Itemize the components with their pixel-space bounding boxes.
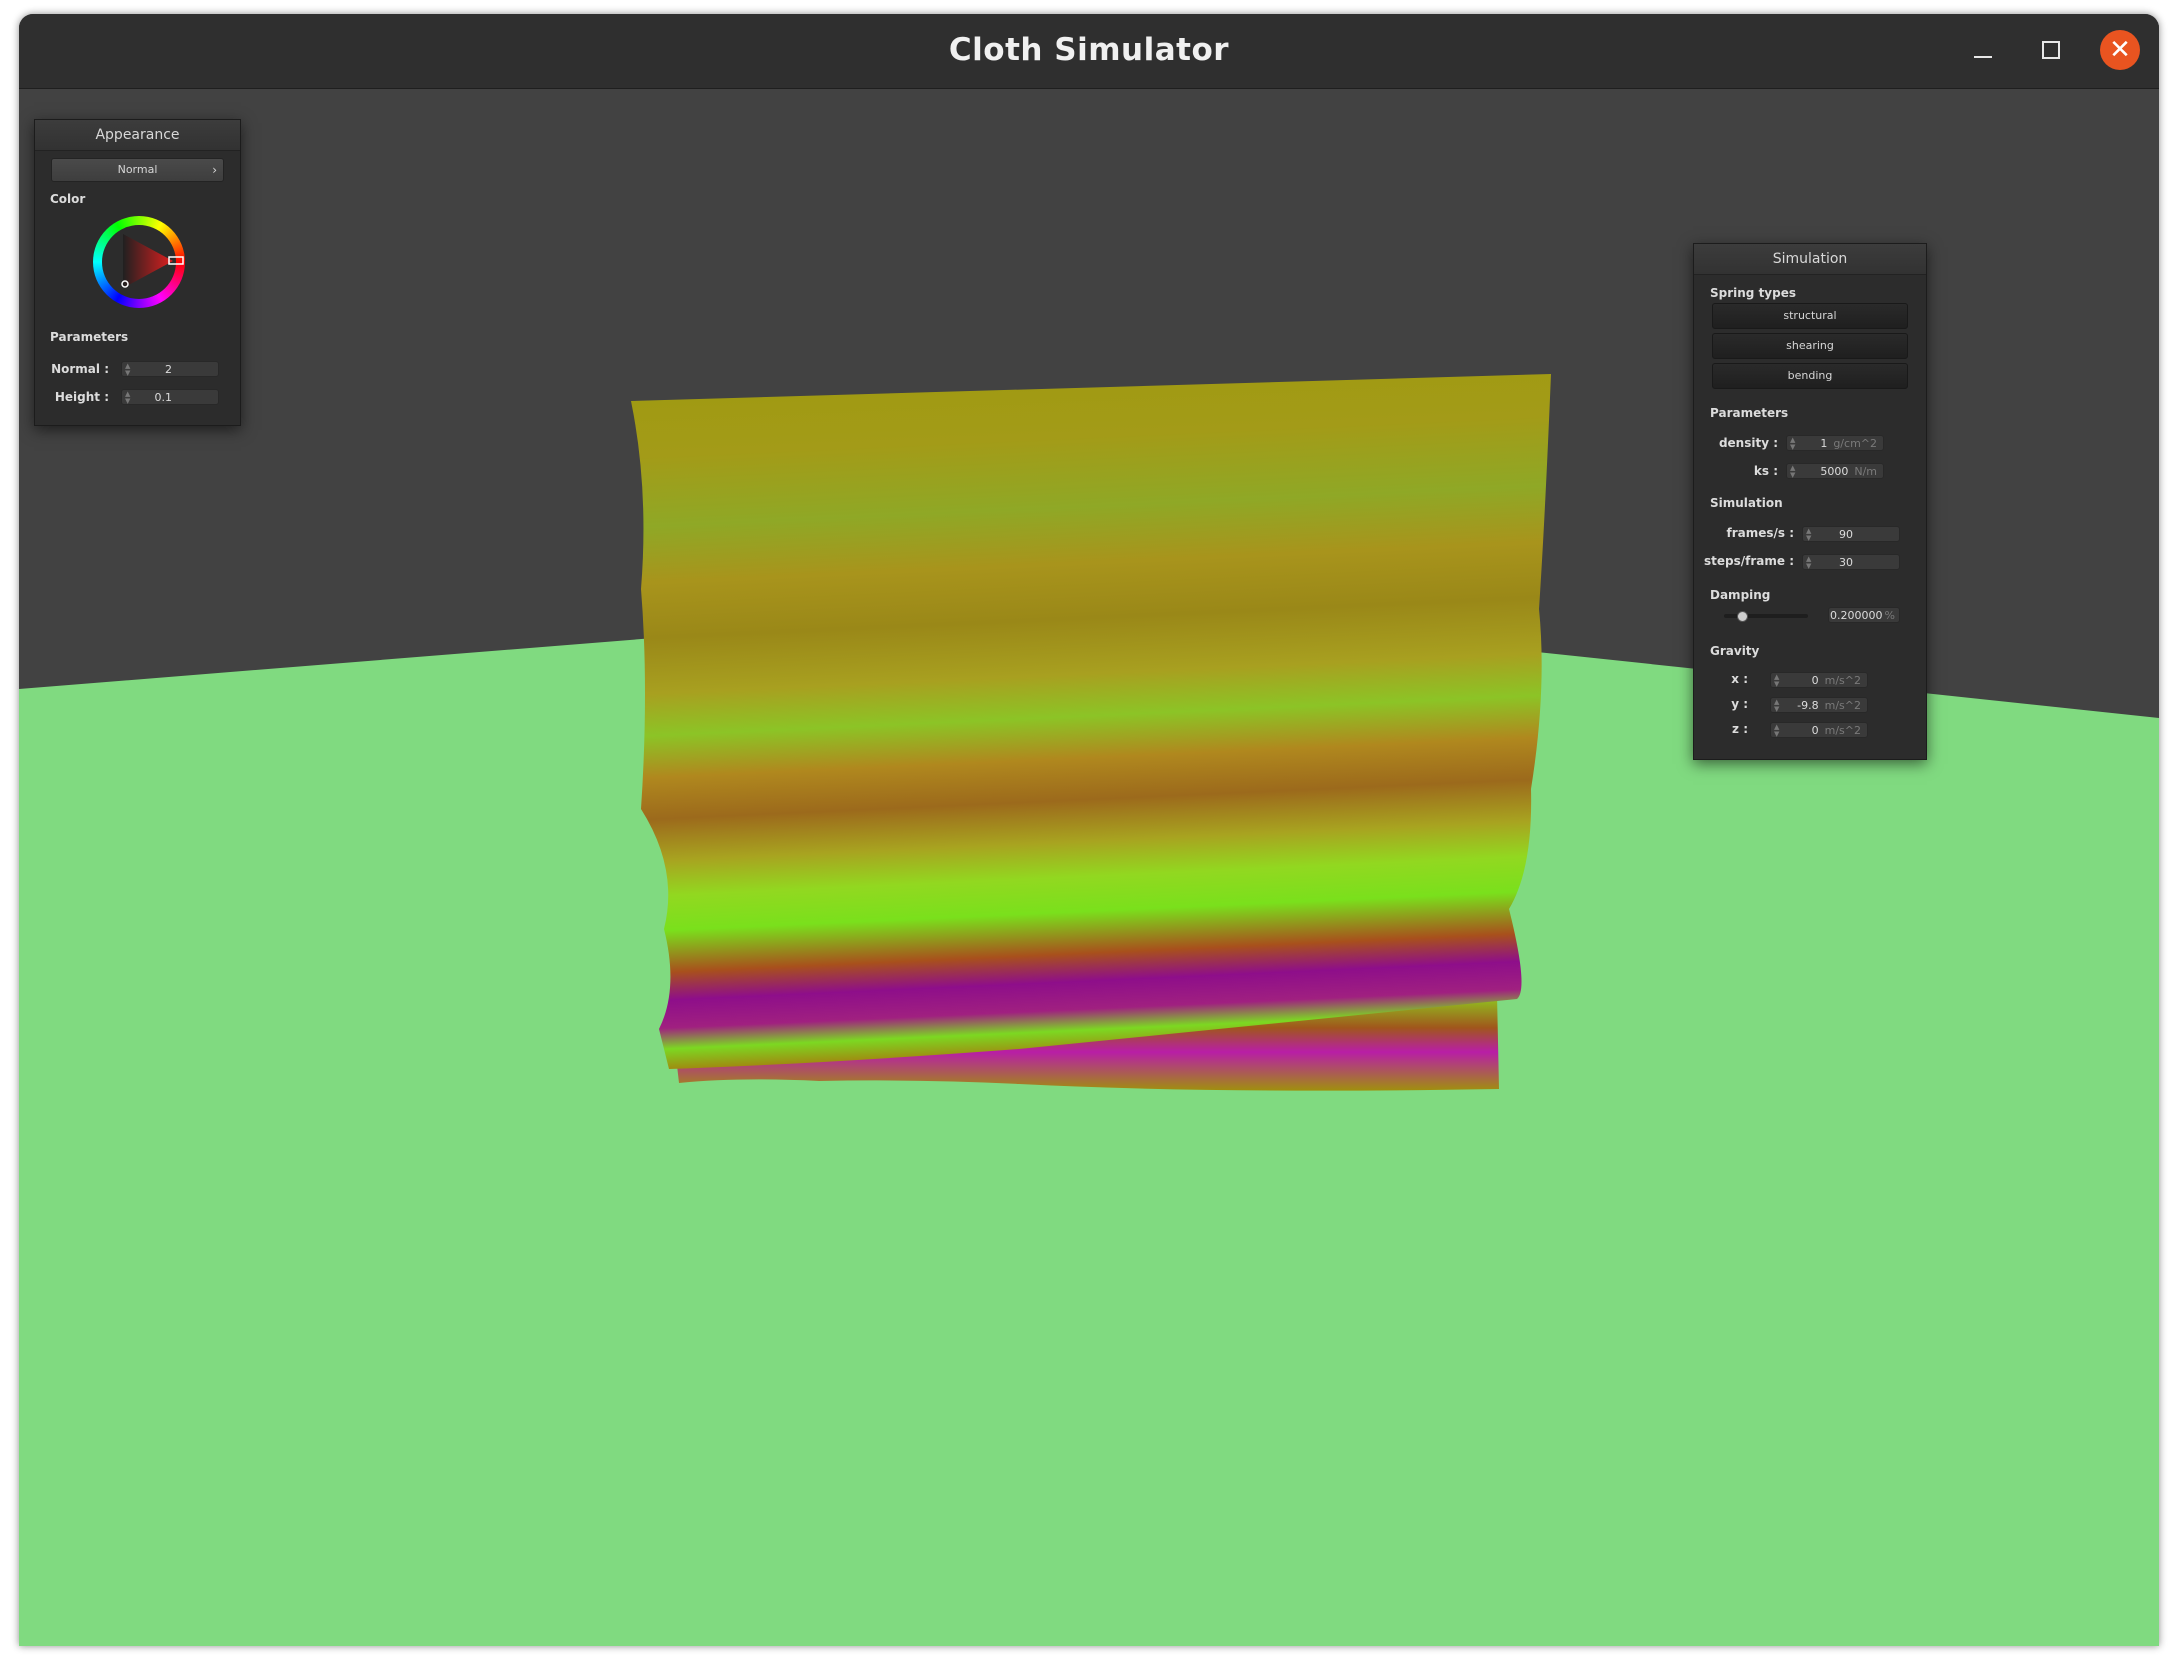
sim-params-label: Parameters bbox=[1710, 406, 1789, 420]
normal-label: Normal : bbox=[51, 362, 109, 376]
3d-viewport[interactable]: Appearance Normal › Color Parameters Nor… bbox=[19, 89, 2159, 1646]
steps-label: steps/frame : bbox=[1704, 554, 1794, 568]
spinner-icon[interactable]: ▲ ▼ bbox=[1774, 699, 1779, 713]
minimize-button[interactable] bbox=[1963, 30, 2003, 70]
color-label: Color bbox=[50, 192, 86, 206]
ks-label: ks : bbox=[1753, 464, 1778, 478]
density-label: density : bbox=[1718, 436, 1778, 450]
gravity-y-value: -9.8 bbox=[1797, 699, 1819, 712]
simulation-section-label: Simulation bbox=[1710, 496, 1783, 510]
color-triangle[interactable] bbox=[93, 216, 185, 308]
spinner-icon[interactable]: ▲ ▼ bbox=[125, 363, 130, 377]
spinner-icon[interactable]: ▲ ▼ bbox=[1790, 437, 1795, 451]
steps-input[interactable]: ▲ ▼ 30 bbox=[1802, 554, 1900, 570]
fps-value: 90 bbox=[1839, 528, 1853, 541]
gravity-y-input[interactable]: ▲ ▼ -9.8 m/s^2 bbox=[1770, 697, 1868, 713]
height-value: 0.1 bbox=[154, 391, 173, 404]
gravity-x-unit: m/s^2 bbox=[1824, 674, 1861, 687]
gravity-z-label: z : bbox=[1732, 722, 1748, 736]
title-bar[interactable]: Cloth Simulator ✕ bbox=[19, 14, 2159, 89]
normal-value: 2 bbox=[165, 363, 172, 376]
maximize-icon bbox=[2042, 41, 2060, 59]
fps-input[interactable]: ▲ ▼ 90 bbox=[1802, 526, 1900, 542]
ks-unit: N/m bbox=[1854, 465, 1877, 478]
bending-button[interactable]: bending bbox=[1712, 363, 1908, 389]
damping-input[interactable]: 0.200000% bbox=[1828, 607, 1900, 623]
structural-button[interactable]: structural bbox=[1712, 303, 1908, 329]
height-input[interactable]: ▲ ▼ 0.1 bbox=[121, 389, 219, 405]
window-title: Cloth Simulator bbox=[948, 32, 1230, 68]
cloth-mesh bbox=[631, 374, 1551, 1069]
app-window: Cloth Simulator ✕ Appearance Normal › Co… bbox=[19, 14, 2159, 1646]
simulation-panel-title[interactable]: Simulation bbox=[1694, 244, 1926, 275]
appearance-panel: Appearance Normal › Color Parameters Nor… bbox=[34, 119, 241, 426]
color-wheel[interactable] bbox=[93, 216, 185, 308]
shader-dropdown[interactable]: Normal › bbox=[51, 158, 224, 182]
minimize-icon bbox=[1974, 56, 1992, 58]
damping-slider-handle[interactable] bbox=[1736, 611, 1748, 622]
damping-value: 0.200000 bbox=[1830, 609, 1883, 622]
shader-dropdown-value: Normal bbox=[117, 163, 158, 176]
steps-value: 30 bbox=[1839, 556, 1853, 569]
maximize-button[interactable] bbox=[2031, 30, 2071, 70]
spinner-icon[interactable]: ▲ ▼ bbox=[125, 391, 130, 405]
density-unit: g/cm^2 bbox=[1833, 437, 1877, 450]
gravity-z-value: 0 bbox=[1811, 724, 1819, 737]
density-value: 1 bbox=[1820, 437, 1828, 450]
gravity-label: Gravity bbox=[1710, 644, 1760, 658]
gravity-x-input[interactable]: ▲ ▼ 0 m/s^2 bbox=[1770, 672, 1868, 688]
close-button[interactable]: ✕ bbox=[2100, 30, 2140, 70]
appearance-panel-title[interactable]: Appearance bbox=[35, 120, 240, 151]
gravity-y-label: y : bbox=[1731, 697, 1748, 711]
damping-unit: % bbox=[1884, 609, 1895, 622]
chevron-right-icon: › bbox=[212, 163, 217, 177]
fps-label: frames/s : bbox=[1726, 526, 1794, 540]
close-icon: ✕ bbox=[2109, 35, 2131, 65]
gravity-z-unit: m/s^2 bbox=[1824, 724, 1861, 737]
gravity-x-label: x : bbox=[1731, 672, 1748, 686]
spinner-icon[interactable]: ▲ ▼ bbox=[1774, 724, 1779, 738]
appearance-params-label: Parameters bbox=[50, 330, 129, 344]
spring-types-label: Spring types bbox=[1710, 286, 1797, 300]
ks-input[interactable]: ▲ ▼ 5000 N/m bbox=[1786, 463, 1884, 479]
gravity-x-value: 0 bbox=[1811, 674, 1819, 687]
spinner-icon[interactable]: ▲ ▼ bbox=[1806, 556, 1811, 570]
spinner-icon[interactable]: ▲ ▼ bbox=[1806, 528, 1811, 542]
spinner-icon[interactable]: ▲ ▼ bbox=[1774, 674, 1779, 688]
height-label: Height : bbox=[54, 390, 109, 404]
gravity-z-input[interactable]: ▲ ▼ 0 m/s^2 bbox=[1770, 722, 1868, 738]
spinner-icon[interactable]: ▲ ▼ bbox=[1790, 465, 1795, 479]
shearing-button[interactable]: shearing bbox=[1712, 333, 1908, 359]
gravity-y-unit: m/s^2 bbox=[1824, 699, 1861, 712]
normal-input[interactable]: ▲ ▼ 2 bbox=[121, 361, 219, 377]
ks-value: 5000 bbox=[1820, 465, 1849, 478]
simulation-panel: Simulation Spring types structural shear… bbox=[1693, 243, 1927, 760]
damping-label: Damping bbox=[1710, 588, 1771, 602]
density-input[interactable]: ▲ ▼ 1 g/cm^2 bbox=[1786, 435, 1884, 451]
damping-slider[interactable] bbox=[1724, 611, 1808, 622]
